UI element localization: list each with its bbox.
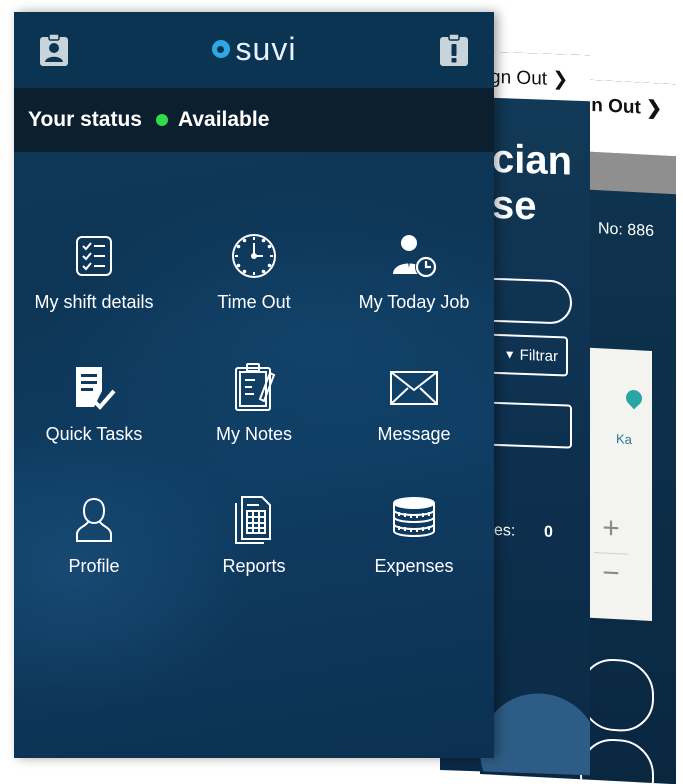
- menu-item-label: Quick Tasks: [45, 424, 143, 444]
- middle-count-label: es:: [494, 521, 516, 540]
- status-label: Your status: [28, 108, 142, 131]
- map-zoom-in-button[interactable]: +: [594, 508, 628, 550]
- menu-item-reports[interactable]: Reports: [174, 494, 334, 626]
- back-signout-link[interactable]: n Out ❯: [591, 94, 662, 121]
- alert-clipboard-icon[interactable]: [436, 32, 472, 68]
- checklist-icon: [68, 230, 120, 282]
- menu-item-my-notes[interactable]: My Notes: [174, 362, 334, 494]
- app-bar: suvi: [14, 12, 494, 88]
- worker-clock-icon: [388, 230, 440, 282]
- report-doc-icon: [228, 494, 280, 546]
- menu-item-expenses[interactable]: Expenses: [334, 494, 494, 626]
- menu-item-label: My Today Job: [358, 292, 470, 312]
- menu-item-label: Message: [377, 424, 451, 444]
- filter-icon: ▼: [503, 347, 516, 362]
- menu-item-label: My Notes: [215, 424, 293, 444]
- menu-item-label: My shift details: [34, 292, 154, 312]
- middle-title: cian se: [492, 136, 573, 229]
- menu-item-label: Time Out: [217, 292, 291, 312]
- envelope-icon: [388, 362, 440, 414]
- logo-mark-icon: [211, 40, 230, 58]
- status-bar: Your status Available: [14, 88, 494, 152]
- clock-icon: [228, 230, 280, 282]
- back-pill-button[interactable]: [580, 657, 654, 734]
- status-value[interactable]: Available: [178, 108, 269, 132]
- menu-item-label: Expenses: [374, 556, 454, 576]
- middle-decor-circle: [480, 691, 590, 776]
- middle-count-value: 0: [544, 523, 553, 541]
- menu-item-message[interactable]: Message: [334, 362, 494, 494]
- person-icon: [68, 494, 120, 546]
- menu-item-time-out[interactable]: Time Out: [174, 230, 334, 362]
- menu-grid: My shift details Time Out My Today Job Q…: [14, 230, 494, 626]
- back-job-number: No: 886: [597, 220, 654, 241]
- map-zoom-out-button[interactable]: −: [594, 551, 628, 595]
- menu-item-my-shift-details[interactable]: My shift details: [14, 230, 174, 362]
- task-doc-icon: [68, 362, 120, 414]
- notes-clipboard-icon: [228, 362, 280, 414]
- id-badge-icon[interactable]: [36, 32, 72, 68]
- menu-item-label: Profile: [68, 556, 120, 576]
- coin-stack-icon: [388, 494, 440, 546]
- back-map[interactable]: Ka + −: [580, 347, 652, 622]
- status-indicator-dot: [155, 114, 168, 126]
- main-menu-screen: suvi Your status Available My shift deta…: [14, 12, 494, 758]
- back-pill-button[interactable]: [580, 737, 654, 784]
- map-pin-icon: [622, 386, 646, 410]
- menu-item-profile[interactable]: Profile: [14, 494, 174, 626]
- middle-signout-link[interactable]: gn Out ❯: [490, 66, 568, 92]
- menu-item-quick-tasks[interactable]: Quick Tasks: [14, 362, 174, 494]
- menu-item-my-today-job[interactable]: My Today Job: [334, 230, 494, 362]
- menu-item-label: Reports: [222, 556, 286, 576]
- map-place-label: Ka: [616, 431, 632, 447]
- app-logo: suvi: [211, 31, 297, 68]
